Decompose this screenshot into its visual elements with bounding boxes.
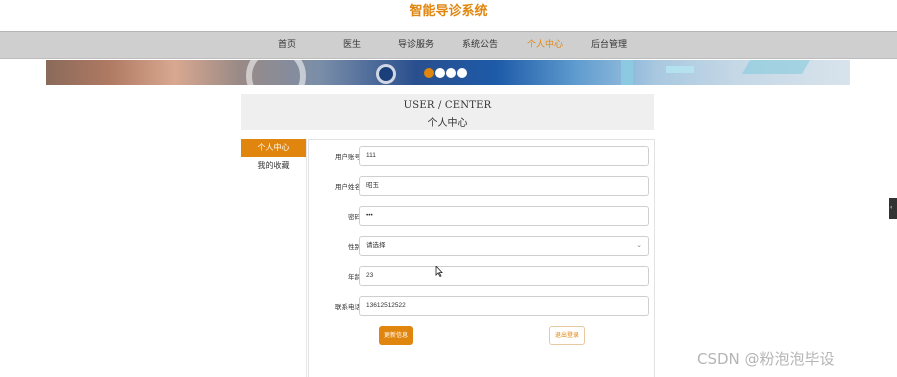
banner-shape (666, 66, 694, 73)
profile-form: 用户账号 111 用户姓名 昭玉 密码 ••• 性别 请选择 ⌄ 年龄 23 联… (308, 139, 655, 377)
carousel-dot[interactable] (424, 68, 434, 78)
chevron-down-icon: ⌄ (636, 242, 642, 249)
nav-announcements[interactable]: 系统公告 (462, 32, 498, 60)
form-row-age: 年龄 23 (309, 266, 654, 288)
form-row-account: 用户账号 111 (309, 146, 654, 168)
form-row-password: 密码 ••• (309, 206, 654, 228)
nav-admin[interactable]: 后台管理 (591, 32, 627, 60)
logout-button[interactable]: 退出登录 (549, 326, 585, 345)
section-title-cn: 个人中心 (427, 118, 468, 129)
password-input[interactable]: ••• (359, 206, 649, 226)
user-sidebar: 个人中心 我的收藏 (241, 139, 307, 377)
banner-shape (376, 64, 396, 84)
sidebar-item-favorites[interactable]: 我的收藏 (241, 157, 306, 175)
carousel-dot[interactable] (457, 68, 467, 78)
form-row-gender: 性别 请选择 ⌄ (309, 236, 654, 258)
gender-select-value: 请选择 (366, 242, 386, 249)
account-input[interactable]: 111 (359, 146, 649, 166)
section-title-en: USER / CENTER (403, 100, 492, 111)
watermark: CSDN @粉泡泡毕设 (697, 350, 835, 368)
phone-input[interactable]: 13612512522 (359, 296, 649, 316)
carousel-dot[interactable] (446, 68, 456, 78)
name-label: 用户姓名 (335, 183, 361, 191)
side-toggle-tab[interactable]: ‹ (889, 198, 897, 219)
phone-label: 联系电话 (335, 303, 361, 311)
nav-guide-service[interactable]: 导诊服务 (398, 32, 434, 60)
chevron-left-icon: ‹ (890, 204, 893, 211)
gender-select[interactable]: 请选择 ⌄ (359, 236, 649, 256)
sidebar-item-personal-center[interactable]: 个人中心 (241, 139, 306, 157)
name-input[interactable]: 昭玉 (359, 176, 649, 196)
form-row-name: 用户姓名 昭玉 (309, 176, 654, 198)
main-navbar: 首页 医生 导诊服务 系统公告 个人中心 后台管理 (0, 31, 897, 59)
form-row-phone: 联系电话 13612512522 (309, 296, 654, 318)
nav-home[interactable]: 首页 (278, 32, 296, 60)
page: 智能导诊系统 首页 医生 导诊服务 系统公告 个人中心 后台管理 USER / … (0, 0, 897, 377)
mouse-cursor-icon (435, 266, 443, 277)
banner-shape (621, 60, 633, 85)
banner-shape (246, 60, 306, 85)
banner-shape (741, 60, 811, 74)
account-label: 用户账号 (335, 153, 361, 161)
carousel-dot[interactable] (435, 68, 445, 78)
age-input[interactable]: 23 (359, 266, 649, 286)
section-header: USER / CENTER 个人中心 (241, 94, 654, 130)
nav-doctors[interactable]: 医生 (343, 32, 361, 60)
update-info-button[interactable]: 更新信息 (379, 326, 413, 345)
hero-banner (46, 60, 850, 85)
nav-personal-center[interactable]: 个人中心 (527, 32, 563, 60)
site-title: 智能导诊系统 (409, 4, 488, 19)
